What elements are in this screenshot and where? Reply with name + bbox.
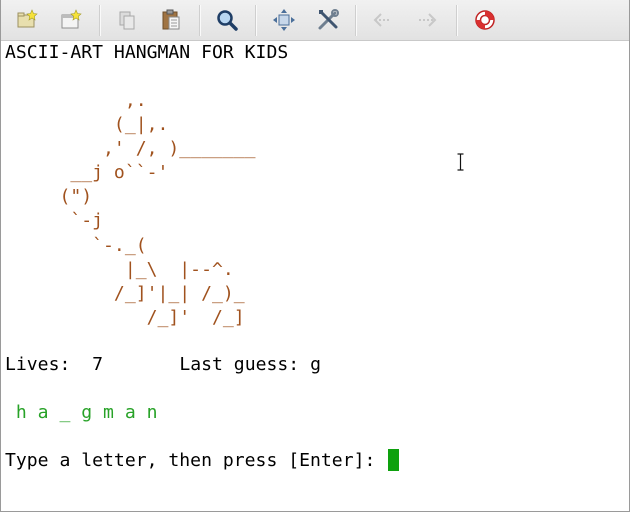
- window-star-icon: [61, 9, 82, 29]
- lives-label: Lives:: [5, 354, 71, 375]
- paste-icon: [162, 9, 180, 30]
- prompt-text: Type a letter, then press [Enter]:: [5, 450, 387, 471]
- toolbar-separator: [255, 5, 257, 36]
- copy-button[interactable]: [113, 6, 141, 34]
- move-arrows-icon: [273, 9, 295, 31]
- tools-icon: [318, 9, 339, 30]
- copy-icon: [119, 11, 135, 30]
- last-guess-value: g: [310, 354, 321, 375]
- status-line: Lives: 7 Last guess: g: [5, 353, 321, 377]
- next-tab-button[interactable]: [413, 6, 441, 34]
- fullscreen-button[interactable]: [270, 6, 298, 34]
- ibeam-cursor-icon: [457, 153, 464, 171]
- toolbar-separator: [456, 5, 458, 36]
- previous-tab-button[interactable]: [369, 6, 397, 34]
- lifebuoy-icon: [475, 10, 495, 30]
- terminal-output[interactable]: ASCII-ART HANGMAN FOR KIDS ,. (_|,. ,' /…: [5, 41, 625, 507]
- forward-arrow-icon: [419, 13, 437, 27]
- find-button[interactable]: [213, 6, 241, 34]
- terminal-window: ASCII-ART HANGMAN FOR KIDS ,. (_|,. ,' /…: [0, 0, 630, 512]
- toolbar-separator: [355, 5, 357, 36]
- back-arrow-icon: [373, 13, 391, 27]
- last-guess-label: Last guess:: [179, 354, 300, 375]
- new-tab-button[interactable]: [13, 6, 41, 34]
- search-icon: [217, 10, 238, 31]
- game-title: ASCII-ART HANGMAN FOR KIDS: [5, 42, 289, 63]
- folder-star-icon: [17, 9, 38, 28]
- new-window-button[interactable]: [57, 6, 85, 34]
- prompt-line[interactable]: Type a letter, then press [Enter]:: [5, 449, 400, 473]
- help-button[interactable]: [471, 6, 499, 34]
- ascii-art-hangman: ,. (_|,. ,' /, )_______ __j o``-' (") `-…: [59, 90, 256, 328]
- lives-value: 7: [92, 354, 104, 375]
- text-cursor: [388, 449, 400, 471]
- toolbar-separator: [199, 5, 201, 36]
- toolbar-separator: [99, 5, 101, 36]
- paste-button[interactable]: [157, 6, 185, 34]
- preferences-button[interactable]: [314, 6, 342, 34]
- toolbar: [1, 0, 629, 41]
- hidden-word: h a _ g m a n: [5, 402, 158, 423]
